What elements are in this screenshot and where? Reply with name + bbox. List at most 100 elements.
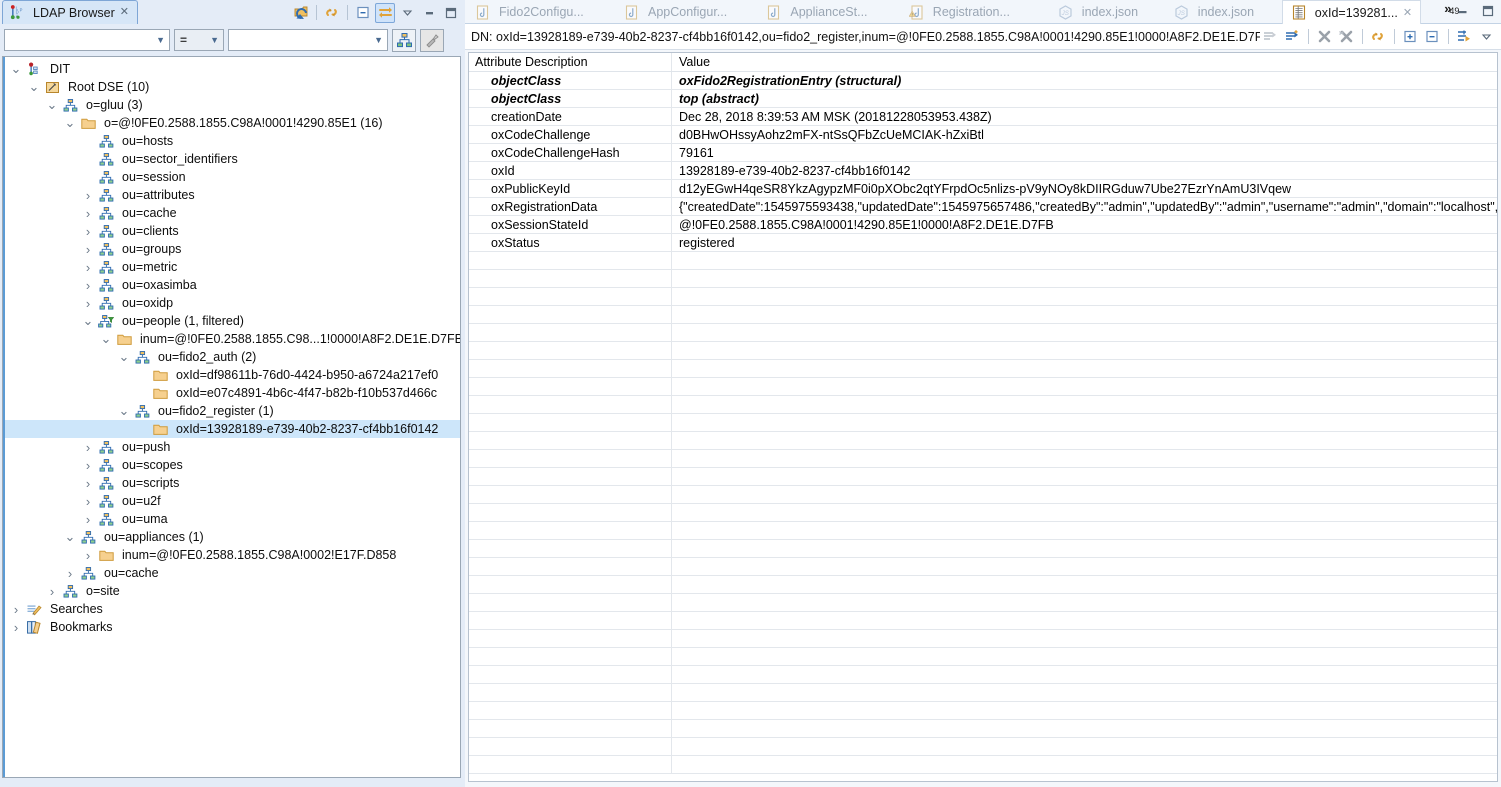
tree-node[interactable]: ›ou=u2f xyxy=(3,492,460,510)
chevron-right-icon[interactable]: › xyxy=(81,242,95,257)
chevron-right-icon[interactable]: › xyxy=(9,602,23,617)
chevron-right-icon[interactable]: › xyxy=(81,512,95,527)
table-row-empty[interactable] xyxy=(469,720,1497,738)
maximize-window-icon[interactable] xyxy=(1481,4,1495,21)
table-row-empty[interactable] xyxy=(469,270,1497,288)
tree-node[interactable]: ⌄ou=fido2_register (1) xyxy=(3,402,460,420)
column-header-value[interactable]: Value xyxy=(672,53,1497,71)
table-row[interactable]: oxRegistrationData{"createdDate":1545975… xyxy=(469,198,1497,216)
tree-node[interactable]: ou=sector_identifiers xyxy=(3,150,460,168)
show-operational-attributes-icon[interactable] xyxy=(1454,26,1475,47)
table-row[interactable]: objectClasstop (abstract) xyxy=(469,90,1497,108)
chevron-right-icon[interactable]: › xyxy=(9,620,23,635)
tree-node[interactable]: ›o=site xyxy=(3,582,460,600)
tree-node[interactable]: oxId=13928189-e739-40b2-8237-cf4bb16f014… xyxy=(3,420,460,438)
tree-node[interactable]: ›ou=oxidp xyxy=(3,294,460,312)
tree-node[interactable]: ›ou=cache xyxy=(3,564,460,582)
table-row-empty[interactable] xyxy=(469,648,1497,666)
chevron-down-icon[interactable]: ⌄ xyxy=(63,119,77,127)
chevron-right-icon[interactable]: › xyxy=(81,188,95,203)
chevron-down-icon[interactable]: ⌄ xyxy=(63,533,77,541)
chevron-down-icon[interactable]: ⌄ xyxy=(9,65,23,73)
editor-tab[interactable]: Registration... xyxy=(901,0,1018,24)
dn-value[interactable]: DN: oxId=13928189-e739-40b2-8237-cf4bb16… xyxy=(465,30,1260,44)
tree-node[interactable]: ›ou=metric xyxy=(3,258,460,276)
chevron-down-icon[interactable]: ⌄ xyxy=(45,101,59,109)
delete-all-values-icon[interactable] xyxy=(1336,26,1357,47)
table-row-empty[interactable] xyxy=(469,540,1497,558)
table-row-empty[interactable] xyxy=(469,360,1497,378)
chevron-right-icon[interactable]: › xyxy=(45,584,59,599)
tree-node[interactable]: ⌄ou=appliances (1) xyxy=(3,528,460,546)
tree-node[interactable]: ›ou=clients xyxy=(3,222,460,240)
tab-ldap-browser[interactable]: L D A P LDAP Browser ✕ xyxy=(2,0,138,24)
tree-node[interactable]: ⌄o=gluu (3) xyxy=(3,96,460,114)
table-row-empty[interactable] xyxy=(469,738,1497,756)
table-row-empty[interactable] xyxy=(469,378,1497,396)
column-header-attribute[interactable]: Attribute Description xyxy=(469,53,672,71)
table-row-empty[interactable] xyxy=(469,414,1497,432)
table-row-empty[interactable] xyxy=(469,342,1497,360)
tree-node[interactable]: ›ou=oxasimba xyxy=(3,276,460,294)
chevron-right-icon[interactable]: › xyxy=(81,260,95,275)
tree-node[interactable]: ›Searches xyxy=(3,600,460,618)
chevron-right-icon[interactable]: › xyxy=(81,548,95,563)
tree-node[interactable]: ›ou=push xyxy=(3,438,460,456)
tree-node[interactable]: ›ou=scripts xyxy=(3,474,460,492)
table-row[interactable]: oxSessionStateId@!0FE0.2588.1855.C98A!00… xyxy=(469,216,1497,234)
table-row-empty[interactable] xyxy=(469,432,1497,450)
tree-node[interactable]: ⌄ou=people (1, filtered) xyxy=(3,312,460,330)
chevron-down-icon[interactable]: ⌄ xyxy=(27,83,41,91)
clear-filter-icon[interactable] xyxy=(420,29,444,52)
filter-value-combo[interactable]: ▼ xyxy=(228,29,388,51)
table-row-empty[interactable] xyxy=(469,396,1497,414)
editor-tab[interactable]: AppConfigur... xyxy=(616,0,735,24)
minimize-view-icon[interactable] xyxy=(419,3,439,23)
restore-window-icon[interactable] xyxy=(1456,5,1469,21)
collapse-all-icon[interactable] xyxy=(353,3,373,23)
refresh-entry-icon[interactable] xyxy=(1368,26,1389,47)
chevron-right-icon[interactable]: › xyxy=(81,296,95,311)
chevron-right-icon[interactable]: › xyxy=(81,206,95,221)
table-row-empty[interactable] xyxy=(469,486,1497,504)
chevron-down-icon[interactable]: ⌄ xyxy=(117,407,131,415)
new-attribute-icon[interactable] xyxy=(1260,26,1281,47)
chevron-right-icon[interactable]: › xyxy=(81,440,95,455)
close-icon[interactable]: ✕ xyxy=(1403,6,1412,19)
tree-node[interactable]: ⌄Root DSE (10) xyxy=(3,78,460,96)
tree-node[interactable]: ›Bookmarks xyxy=(3,618,460,636)
chevron-right-icon[interactable]: › xyxy=(81,458,95,473)
new-value-icon[interactable] xyxy=(1282,26,1303,47)
table-row-empty[interactable] xyxy=(469,324,1497,342)
editor-tab[interactable]: JSindex.json xyxy=(1166,0,1262,24)
editor-tab[interactable]: ApplianceSt... xyxy=(758,0,875,24)
table-row-empty[interactable] xyxy=(469,576,1497,594)
table-row-empty[interactable] xyxy=(469,288,1497,306)
filter-attribute-combo[interactable]: ▼ xyxy=(4,29,170,51)
chevron-down-icon[interactable]: ⌄ xyxy=(117,353,131,361)
attributes-table[interactable]: Attribute Description Value objectClasso… xyxy=(468,52,1498,782)
table-row-empty[interactable] xyxy=(469,306,1497,324)
chevron-down-icon[interactable]: ⌄ xyxy=(99,335,113,343)
tree-node[interactable]: ou=session xyxy=(3,168,460,186)
table-row-empty[interactable] xyxy=(469,666,1497,684)
tree-node[interactable]: ou=hosts xyxy=(3,132,460,150)
table-row[interactable]: creationDateDec 28, 2018 8:39:53 AM MSK … xyxy=(469,108,1497,126)
table-row-empty[interactable] xyxy=(469,504,1497,522)
tree-node[interactable]: ⌄ou=fido2_auth (2) xyxy=(3,348,460,366)
editor-tab[interactable]: oxId=139281...✕ xyxy=(1282,0,1421,24)
chevron-down-icon[interactable]: ⌄ xyxy=(81,317,95,325)
table-row-empty[interactable] xyxy=(469,594,1497,612)
dit-tree-panel[interactable]: ⌄DIT⌄Root DSE (10)⌄o=gluu (3)⌄o=@!0FE0.2… xyxy=(2,56,461,778)
table-row[interactable]: oxPublicKeyIdd12yEGwH4qeSR8YkzAgypzMF0i0… xyxy=(469,180,1497,198)
table-row-empty[interactable] xyxy=(469,558,1497,576)
filter-operator-combo[interactable]: = ▼ xyxy=(174,29,224,51)
delete-attribute-icon[interactable] xyxy=(1314,26,1335,47)
tree-node[interactable]: ›ou=scopes xyxy=(3,456,460,474)
tree-node[interactable]: ⌄o=@!0FE0.2588.1855.C98A!0001!4290.85E1 … xyxy=(3,114,460,132)
tree-node[interactable]: ⌄DIT xyxy=(3,60,460,78)
collapse-all-icon[interactable] xyxy=(1422,26,1443,47)
table-row-empty[interactable] xyxy=(469,630,1497,648)
view-menu-chevron-icon[interactable] xyxy=(397,3,417,23)
tree-node[interactable]: ⌄inum=@!0FE0.2588.1855.C98...1!0000!A8F2… xyxy=(3,330,460,348)
